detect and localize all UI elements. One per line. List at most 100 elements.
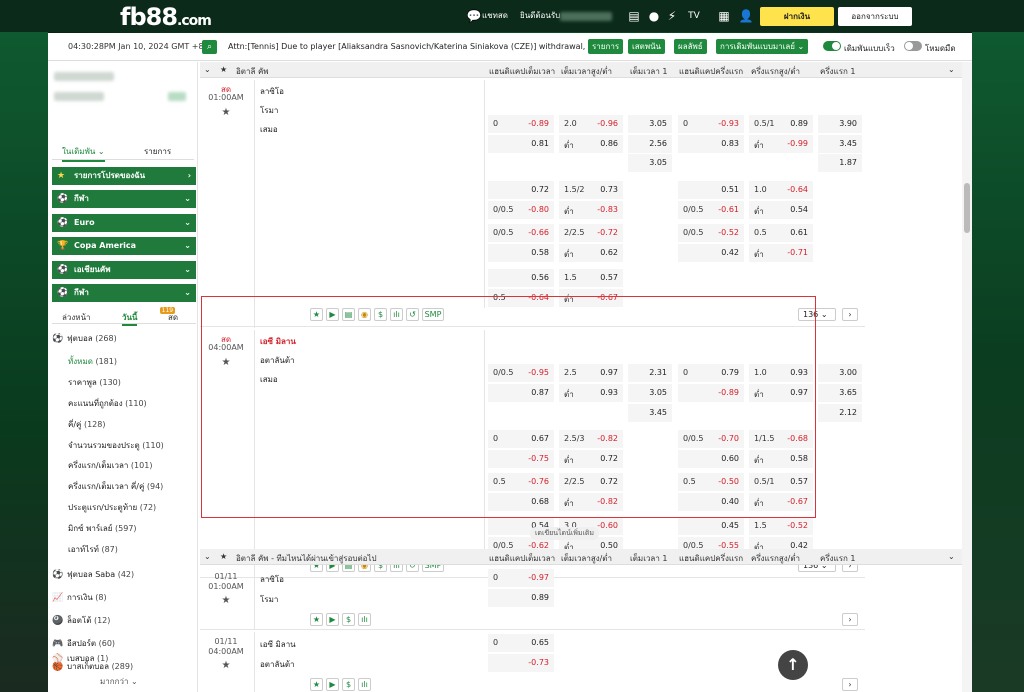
sidebar-sub-outright[interactable]: เอาท์ไรท์ (87) (68, 543, 118, 556)
result-button[interactable]: ผลลัพธ์ (674, 39, 707, 54)
odds-cell[interactable]: ต่ำ 0.62 (559, 244, 623, 262)
favorite-icon[interactable]: ★ (310, 308, 323, 321)
live-tv-icon[interactable]: TV (686, 8, 702, 24)
odds-cell[interactable]: 2.5 0.97 (559, 364, 623, 382)
favorite-star-icon[interactable]: ★ (203, 107, 249, 118)
odds-cell[interactable]: 2.31 (628, 364, 672, 382)
odds-cell[interactable]: ต่ำ -0.99 (749, 135, 813, 153)
odds-cell[interactable]: -0.73 (488, 654, 554, 672)
odds-cell[interactable]: 3.05 (628, 154, 672, 172)
logo[interactable]: fb88.com (120, 3, 212, 31)
sidebar-sub-all[interactable]: ทั้งหมด (181) (68, 355, 117, 368)
odds-cell[interactable]: 1.0 -0.64 (749, 181, 813, 199)
history-icon[interactable]: ↺ (406, 308, 419, 321)
odds-cell[interactable]: ต่ำ -0.82 (559, 493, 623, 511)
sidebar-sub-correct-score[interactable]: คะแนนที่ถูกต้อง (110) (68, 397, 147, 410)
odds-cell[interactable]: ต่ำ 0.86 (559, 135, 623, 153)
tab-live[interactable]: สด 119 (159, 307, 178, 324)
video-icon[interactable]: ▶ (326, 613, 339, 626)
odds-cell[interactable]: 0.72 (488, 181, 554, 199)
favorite-icon[interactable]: ★ (310, 678, 323, 691)
sidebar-more-link[interactable]: มากกว่า ⌄ (100, 675, 138, 688)
odds-cell[interactable]: 0.5 0.61 (749, 224, 813, 242)
scroll-to-top-button[interactable]: ↑ (778, 650, 808, 680)
odds-cell[interactable]: 1/1.5 -0.68 (749, 430, 813, 448)
odds-cell[interactable]: 3.45 (628, 404, 672, 422)
odds-cell[interactable]: 3.05 (628, 115, 672, 133)
dark-mode-toggle[interactable] (904, 41, 922, 51)
smp-button[interactable]: SMP (422, 308, 444, 321)
sidebar-sub-ht-ft[interactable]: ครึ่งแรก/เต็มเวลา (101) (68, 459, 152, 472)
scrollbar[interactable] (962, 62, 972, 692)
dollar-icon[interactable]: $ (374, 308, 387, 321)
dollar-icon[interactable]: $ (342, 678, 355, 691)
sidebar-lotto[interactable]: 🎱 ล็อตโต้ (12) (52, 614, 110, 627)
odds-cell[interactable]: 2.0 -0.96 (559, 115, 623, 133)
odds-cell[interactable]: ต่ำ -0.83 (559, 201, 623, 219)
odds-cell[interactable]: 0 -0.93 (678, 115, 744, 133)
odds-cell[interactable]: 2/2.5 0.72 (559, 473, 623, 491)
odds-cell[interactable]: 0.5/1 0.57 (749, 473, 813, 491)
stats-icon[interactable]: ▤ (342, 308, 355, 321)
star-icon[interactable]: ★ (220, 552, 227, 561)
odds-cell[interactable]: 1.5 0.57 (559, 269, 623, 287)
odds-cell[interactable]: 0.60 (678, 450, 744, 468)
parlay-button[interactable]: เสตพนัน (628, 39, 666, 54)
sidebar-favorites[interactable]: ★ รายการโปรดของฉัน › (52, 167, 196, 185)
list-button[interactable]: รายการ (588, 39, 624, 54)
odds-cell[interactable]: 0/0.5 -0.52 (678, 224, 744, 242)
sidebar-sub-ht-ft-odd-even[interactable]: ครึ่งแรก/เต็มเวลา คี่/คู่ (94) (68, 480, 163, 493)
odds-cell[interactable]: 0.42 (678, 244, 744, 262)
sidebar-sports-today[interactable]: ⚽ กีฬา ⌄ (52, 284, 196, 302)
promo-icon[interactable]: ▦ (716, 8, 732, 24)
view-more-button[interactable]: เดเขียนไดน์เพิ่มเติม (530, 527, 600, 540)
collapse-icon[interactable]: ⌄ (204, 552, 211, 561)
star-icon[interactable]: ★ (220, 65, 227, 74)
video-icon[interactable]: ▶ (326, 678, 339, 691)
odds-cell[interactable]: 0.87 (488, 384, 554, 402)
next-arrow-icon[interactable]: › (842, 678, 858, 691)
collapse-icon[interactable]: ⌄ (204, 65, 211, 74)
odds-cell[interactable]: 0.5 -0.50 (678, 473, 744, 491)
sidebar-baseball[interactable]: ⚾ เบสบอล (1) (52, 652, 108, 665)
odds-cell[interactable]: 0/0.5 -0.95 (488, 364, 554, 382)
odds-cell[interactable]: 0.5 -0.64 (488, 289, 554, 307)
odds-cell[interactable]: ต่ำ 0.58 (749, 450, 813, 468)
odds-cell[interactable]: 0/0.5 -0.70 (678, 430, 744, 448)
logout-button[interactable]: ออกจากระบบ (838, 7, 912, 26)
odds-cell[interactable]: 0 0.67 (488, 430, 554, 448)
coin-icon[interactable]: ◉ (358, 308, 371, 321)
odds-cell[interactable]: 1.5 -0.52 (749, 517, 813, 535)
sidebar-asian-cup[interactable]: ⚽ เอเชียนคัพ ⌄ (52, 261, 196, 279)
odds-cell[interactable]: 0.68 (488, 493, 554, 511)
scrollbar-thumb[interactable] (964, 183, 970, 233)
next-arrow-icon[interactable]: › (842, 308, 858, 321)
tab-list[interactable]: รายการ (144, 145, 171, 158)
search-icon[interactable]: ⌕ (202, 40, 217, 54)
quick-bet-toggle[interactable] (823, 41, 841, 51)
announcement-ticker[interactable]: Attn:[Tennis] Due to player [Aliaksandra… (228, 42, 588, 51)
sidebar-finance[interactable]: 📈 การเงิน (8) (52, 591, 106, 604)
odds-cell[interactable]: 1.5/2 0.73 (559, 181, 623, 199)
odds-cell[interactable]: 0 0.79 (678, 364, 744, 382)
sidebar-saba-soccer[interactable]: ⚽ ฟุตบอล Saba (42) (52, 568, 134, 581)
odds-cell[interactable]: 0.45 (678, 517, 744, 535)
odds-cell[interactable]: ต่ำ 0.97 (749, 384, 813, 402)
odds-cell[interactable]: 0 -0.97 (488, 569, 554, 587)
odds-cell[interactable]: 3.65 (818, 384, 862, 402)
chevron-down-icon[interactable]: ⌄ (948, 552, 955, 561)
odds-cell[interactable]: 0.51 (678, 181, 744, 199)
odds-cell[interactable]: 3.05 (628, 384, 672, 402)
tab-today[interactable]: วันนี้ (122, 311, 138, 326)
odds-cell[interactable]: 0.40 (678, 493, 744, 511)
odds-cell[interactable]: ต่ำ -0.67 (559, 289, 623, 307)
chevron-down-icon[interactable]: ⌄ (948, 65, 955, 74)
odds-cell[interactable]: 2.5/3 -0.82 (559, 430, 623, 448)
odds-cell[interactable]: 0.5 -0.76 (488, 473, 554, 491)
odds-cell[interactable]: 1.87 (818, 154, 862, 172)
odds-cell[interactable]: 2.56 (628, 135, 672, 153)
odds-cell[interactable]: 3.90 (818, 115, 862, 133)
odds-cell[interactable]: 0.83 (678, 135, 744, 153)
odds-cell[interactable]: ต่ำ 0.93 (559, 384, 623, 402)
odds-cell[interactable]: ต่ำ -0.71 (749, 244, 813, 262)
